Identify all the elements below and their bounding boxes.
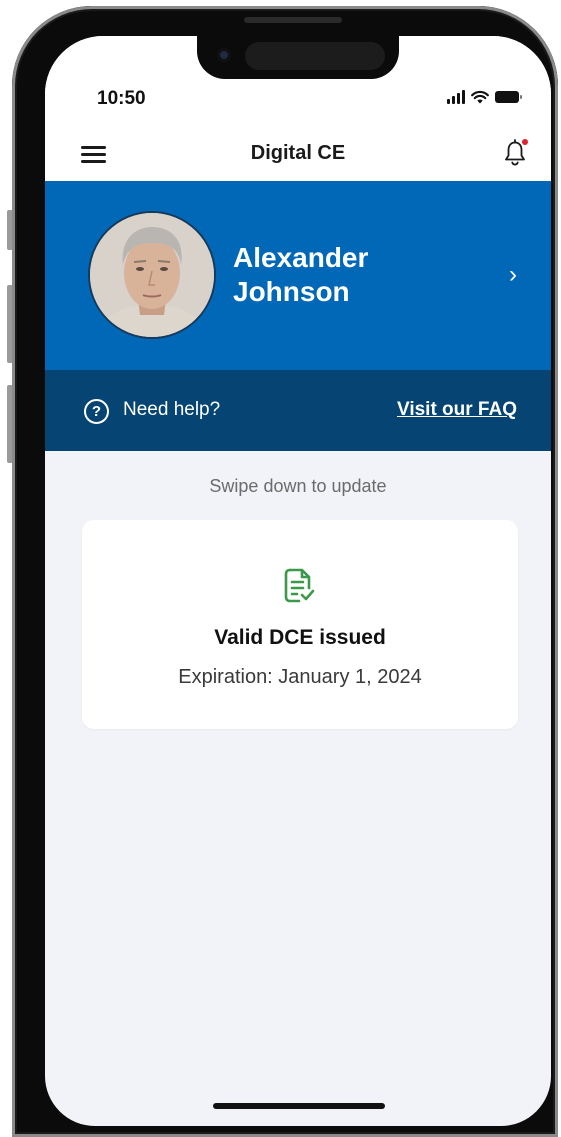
device-mockup: 10:50 Digital CE Alexander Johnson › ? N… <box>0 0 561 1137</box>
status-icons <box>447 90 522 104</box>
dce-expiration: Expiration: January 1, 2024 <box>178 666 422 688</box>
front-camera <box>217 48 231 62</box>
app-screen: 10:50 Digital CE Alexander Johnson › ? N… <box>45 36 551 1126</box>
help-bar: ? Need help? Visit our FAQ <box>45 370 551 451</box>
battery-icon <box>495 91 522 103</box>
last-name: Johnson <box>233 276 350 307</box>
chevron-right-icon: › <box>509 261 517 288</box>
help-icon: ? <box>84 399 109 424</box>
first-name: Alexander <box>233 242 369 273</box>
home-indicator[interactable] <box>213 1103 385 1109</box>
status-time: 10:50 <box>97 88 146 109</box>
document-check-icon <box>284 568 315 603</box>
notifications-button[interactable] <box>501 138 531 170</box>
avatar <box>88 211 216 339</box>
profile-banner[interactable]: Alexander Johnson › <box>45 181 551 370</box>
faq-link[interactable]: Visit our FAQ <box>397 399 517 421</box>
profile-photo <box>90 213 214 337</box>
signal-icon <box>447 90 465 104</box>
earpiece-speaker <box>244 17 342 23</box>
phone-frame: 10:50 Digital CE Alexander Johnson › ? N… <box>12 6 558 1137</box>
swipe-hint: Swipe down to update <box>209 476 387 496</box>
wifi-icon <box>471 90 489 104</box>
dce-status-title: Valid DCE issued <box>214 626 386 649</box>
sensor-pill <box>245 42 385 70</box>
app-header: Digital CE <box>45 126 551 181</box>
notch <box>197 36 399 79</box>
profile-name: Alexander Johnson <box>233 241 433 309</box>
notification-dot <box>522 139 528 145</box>
help-text: Need help? <box>123 399 221 420</box>
page-title: Digital CE <box>250 142 346 164</box>
dce-status-card[interactable]: Valid DCE issued Expiration: January 1, … <box>82 520 518 729</box>
